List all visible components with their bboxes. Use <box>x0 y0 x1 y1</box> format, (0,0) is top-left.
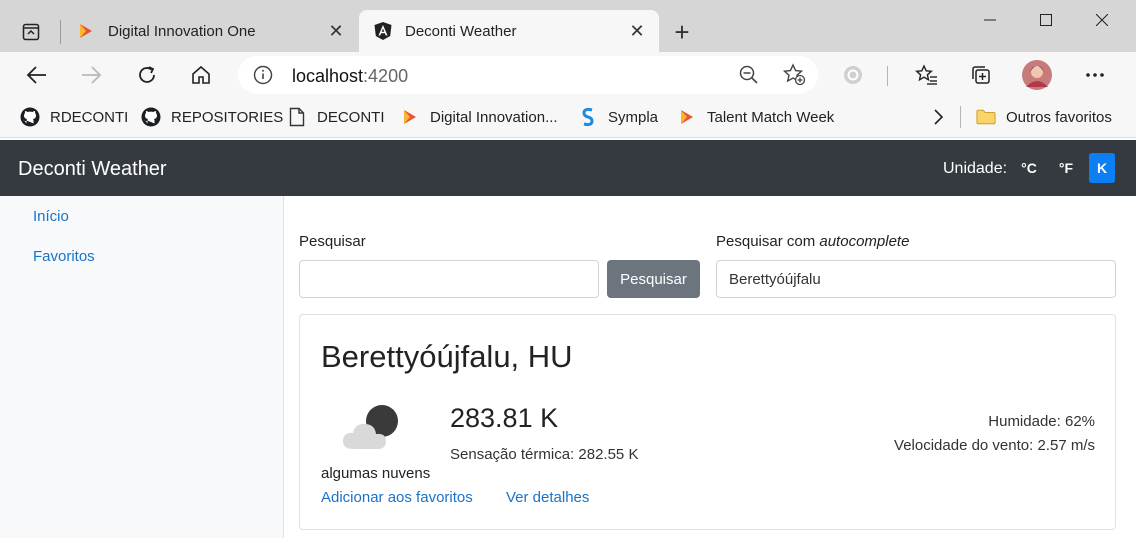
tab-deconti-weather[interactable]: Deconti Weather ✕ <box>359 10 659 52</box>
minimize-icon[interactable] <box>962 0 1018 40</box>
bookmark-digital-innovation[interactable]: Digital Innovation... <box>400 106 558 128</box>
sidebar: Início Favoritos <box>0 196 284 538</box>
app-brand[interactable]: Deconti Weather <box>18 158 167 181</box>
home-icon[interactable] <box>184 58 218 92</box>
maximize-icon[interactable] <box>1018 0 1074 40</box>
bookmarks-bar: RDECONTI REPOSITORIES DECONTI Digital In… <box>0 98 1136 138</box>
chevron-right-icon[interactable] <box>932 106 944 128</box>
sidebar-item-inicio[interactable]: Início <box>33 208 69 225</box>
bookmark-repositories[interactable]: REPOSITORIES <box>141 106 283 128</box>
forward-icon <box>74 58 108 92</box>
github-icon <box>141 107 161 127</box>
angular-icon <box>373 21 393 41</box>
temperature-value: 283.81 K <box>450 403 559 433</box>
bookmark-label: REPOSITORIES <box>171 108 284 126</box>
zoom-icon[interactable] <box>738 64 760 91</box>
bookmark-label: Outros favoritos <box>1006 108 1112 126</box>
humidity-text: Humidade: 62% <box>988 413 1095 430</box>
address-bar[interactable]: localhost:4200 <box>238 56 818 94</box>
url-text: localhost:4200 <box>292 66 409 86</box>
cloudy-night-icon <box>340 403 412 458</box>
tab-title: Digital Innovation One <box>108 22 256 40</box>
bookmarks-divider <box>960 106 961 128</box>
bookmark-label: Digital Innovation... <box>430 108 558 126</box>
app-navbar: Deconti Weather Unidade: °C °F K <box>0 140 1136 196</box>
dio-icon <box>400 107 420 127</box>
bookmark-label: DECONTI <box>317 108 385 126</box>
profile-avatar[interactable] <box>1020 58 1054 92</box>
toolbar-divider <box>887 66 888 86</box>
add-to-favorites-link[interactable]: Adicionar aos favoritos <box>321 489 473 506</box>
weather-card: Berettyóújfalu, HU algumas nuvens 283.81… <box>299 314 1116 530</box>
collections-icon[interactable] <box>964 58 998 92</box>
bookmark-label: Sympla <box>608 108 659 126</box>
main-content: Pesquisar Pesquisar Pesquisar com autoco… <box>284 196 1136 538</box>
search-button[interactable]: Pesquisar <box>607 260 700 298</box>
refresh-icon[interactable] <box>130 58 164 92</box>
view-details-link[interactable]: Ver detalhes <box>506 489 589 506</box>
unit-celsius-button[interactable]: °C <box>1016 153 1042 183</box>
wind-speed-text: Velocidade do vento: 2.57 m/s <box>894 437 1095 454</box>
dio-icon <box>76 21 96 41</box>
bookmark-talent-match-week[interactable]: Talent Match Week <box>677 106 834 128</box>
autocomplete-input[interactable]: Berettyóújfalu <box>716 260 1116 298</box>
bookmark-deconti[interactable]: DECONTI <box>287 106 385 128</box>
search-label: Pesquisar <box>299 233 366 250</box>
sympla-icon <box>578 107 598 127</box>
more-menu-icon[interactable] <box>1078 58 1112 92</box>
folder-icon <box>976 107 996 127</box>
close-window-icon[interactable] <box>1074 0 1130 40</box>
new-tab-button[interactable]: + <box>666 16 698 48</box>
sidebar-item-favoritos[interactable]: Favoritos <box>33 248 95 265</box>
browser-tabstrip: Digital Innovation One ✕ Deconti Weather… <box>0 0 1136 52</box>
unit-fahrenheit-button[interactable]: °F <box>1053 153 1079 183</box>
feels-like-text: Sensação térmica: 282.55 K <box>450 446 639 463</box>
extension-icon[interactable] <box>836 58 870 92</box>
weather-condition: algumas nuvens <box>321 465 431 482</box>
other-favorites-folder[interactable]: Outros favoritos <box>976 106 1112 128</box>
page-icon <box>287 107 307 127</box>
city-name: Berettyóújfalu, HU <box>321 339 573 374</box>
dio-icon <box>677 107 697 127</box>
close-tab-icon[interactable]: ✕ <box>623 17 651 45</box>
bookmark-label: RDECONTI <box>50 108 129 126</box>
unit-kelvin-button[interactable]: K <box>1089 153 1115 183</box>
tab-actions-icon[interactable] <box>14 18 48 46</box>
back-icon[interactable] <box>20 58 54 92</box>
bookmark-sympla[interactable]: Sympla <box>578 106 658 128</box>
bookmark-label: Talent Match Week <box>707 108 835 126</box>
unit-label: Unidade: <box>943 160 1008 177</box>
autocomplete-label: Pesquisar com autocomplete <box>716 233 910 250</box>
tab-digital-innovation-one[interactable]: Digital Innovation One ✕ <box>62 10 358 52</box>
tab-title: Deconti Weather <box>405 22 517 40</box>
tab-separator <box>60 20 61 44</box>
search-input[interactable] <box>299 260 599 298</box>
info-icon[interactable] <box>252 64 274 86</box>
browser-toolbar: localhost:4200 <box>0 52 1136 98</box>
github-icon <box>20 107 40 127</box>
bookmark-rdeconti[interactable]: RDECONTI <box>20 106 128 128</box>
favorites-icon[interactable] <box>910 58 944 92</box>
add-favorite-star-icon[interactable] <box>782 63 806 92</box>
close-tab-icon[interactable]: ✕ <box>322 17 350 45</box>
